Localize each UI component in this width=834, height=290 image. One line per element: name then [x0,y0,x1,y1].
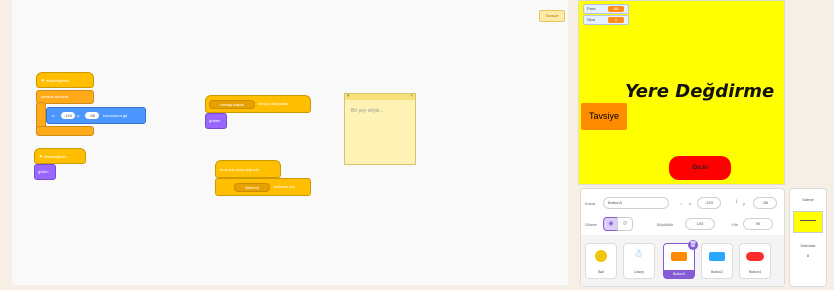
show-label: göster [209,118,221,123]
broadcast-block[interactable]: dökümü haberini sal [215,178,311,196]
sprite-tile-button3[interactable]: Button3 🗑 [663,240,698,279]
direction-label: Yön [731,222,739,227]
sprite-name: Button3 [664,270,694,278]
sprite-tile-casey[interactable]: ☃ Casey [623,243,655,279]
casey-thumbnail: ☃ [634,249,643,260]
sprite-tile-button4[interactable]: Button4 [739,243,771,279]
code-area[interactable]: Tavsiye ⚑ tıklandığında sonsuz tekrarla … [12,0,568,285]
stage-backdrop-pane[interactable]: Sahne Dekorlar 8 [789,188,827,287]
stage-thumbnail[interactable] [793,211,823,233]
direction-input[interactable]: 90 [743,218,773,230]
hat-label: bu kukla tıklandığında [220,167,259,172]
when-flag-clicked-block-1[interactable]: ⚑ tıklandığında [36,72,94,88]
when-flag-clicked-block-2[interactable]: ⚑ tıklandığında [34,148,86,164]
broadcast-dropdown[interactable]: dökümü [234,183,270,192]
backdrops-count: 8 [806,253,810,258]
show-toggle-off-icon[interactable]: ⊘ [617,217,633,231]
when-message-received-block[interactable]: mesajı başlat mesajı aldığında [205,95,311,113]
tavsiye-sprite[interactable]: Tavsiye [581,103,627,130]
monitor-value: 85 [608,6,624,12]
x-arrows-icon: ⇔ [679,201,683,206]
sprite-name: Button2 [710,270,724,274]
ball-thumbnail [595,250,607,262]
comment-note[interactable]: ▾ × Bir şey söyle... [344,93,416,165]
monitor-label: Skor [587,17,596,22]
stage[interactable]: Para 85 Skor 0 Yere Değdirme Tavsiye Go.… [578,0,785,185]
y-input[interactable]: -58 [85,112,99,119]
sprite-name-input[interactable]: Button3 [603,197,669,209]
button2-thumbnail [709,252,725,261]
x-letter: x: [52,113,56,118]
message-dropdown[interactable]: mesajı başlat [209,100,255,109]
y-input[interactable]: -58 [753,197,777,209]
when-sprite-clicked-block[interactable]: bu kukla tıklandığında [215,160,281,178]
show-block[interactable]: göster [205,113,227,129]
y-label: y [743,201,745,206]
sprite-name: Button4 [748,270,762,274]
sprite-name: Casey [634,270,644,274]
sprite-list: Ball ☃ Casey Button3 🗑 Button2 Button4 [581,235,784,286]
x-label: x [689,201,691,206]
monitor-value: 0 [608,17,624,23]
x-input[interactable]: -193 [697,197,721,209]
button4-thumbnail [746,252,764,261]
y-arrows-icon: ↕ [735,199,738,205]
goto-label: konumuna git [103,113,128,118]
close-icon[interactable]: × [410,93,413,99]
sprite-info-pane: Kukla Button3 ⇔ x -193 ↕ y -58 Göster ◉ … [580,188,785,287]
goto-xy-block[interactable]: x: -193 y: -58 konumuna git [46,107,146,124]
kukla-label: Kukla [585,201,596,206]
monitor-label: Para [587,6,596,11]
hat-label: ⚑ tıklandığında [39,154,67,159]
x-input[interactable]: -193 [61,112,75,119]
note-header[interactable]: ▾ × [345,93,415,100]
hat-label: ⚑ tıklandığında [41,78,69,83]
collapse-icon[interactable]: ▾ [347,93,350,99]
forever-bottom [36,126,94,136]
size-label: Büyüklük [657,222,674,227]
variable-monitor-para: Para 85 [583,4,629,14]
hide-label: gizlen [38,169,49,174]
variable-monitor-skor: Skor 0 [583,15,629,25]
sprite-tile-ball[interactable]: Ball [585,243,617,279]
stage-title: Sahne [802,197,814,202]
size-input[interactable]: 100 [685,218,715,230]
forever-label: sonsuz tekrarla [41,94,69,99]
hide-block[interactable]: gizlen [34,164,56,180]
hat-label: mesajı aldığında [258,101,288,106]
sprite-tile-button2[interactable]: Button2 [701,243,733,279]
sprite-name: Ball [598,270,604,274]
y-letter: y: [77,113,81,118]
go-sprite[interactable]: Go.lo [669,156,731,180]
title-sprite[interactable]: Yere Değdirme [625,81,774,102]
show-label: Göster [585,222,598,227]
backdrops-label: Dekorlar [800,243,816,248]
stage-thumb-title [800,220,816,221]
broadcast-label: haberini sal [274,184,295,189]
delete-sprite-icon[interactable]: 🗑 [688,240,698,250]
button3-thumbnail [671,252,687,261]
note-text[interactable]: Bir şey söyle... [351,108,384,114]
tavsiye-chip: Tavsiye [539,10,565,22]
